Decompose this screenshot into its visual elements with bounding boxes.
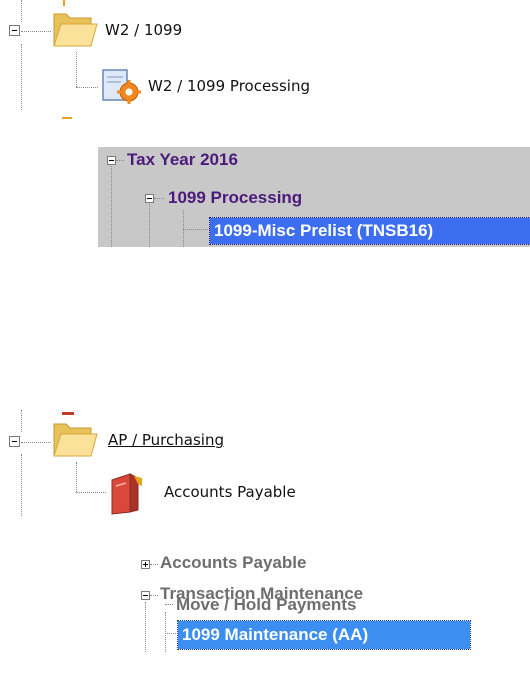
tree-line [21, 0, 22, 22]
item-label-w2-1099-processing[interactable]: W2 / 1099 Processing [148, 77, 310, 95]
tree-line [76, 87, 98, 88]
tree-line [183, 229, 210, 230]
tree-line [154, 198, 164, 199]
tree-line [149, 204, 150, 247]
tree-line [21, 410, 22, 432]
accounts-payable-book-icon [111, 473, 142, 515]
collapse-toggle-tax-year[interactable] [107, 156, 116, 165]
processing-gear-icon [102, 69, 141, 104]
collapse-toggle-ap-purchasing[interactable] [9, 436, 20, 447]
tree-line [116, 160, 124, 161]
tree-label-1099-processing[interactable]: 1099 Processing [168, 188, 302, 208]
tree-line [150, 595, 158, 596]
selected-tree-item[interactable]: 1099-Misc Prelist (TNSB16) [209, 217, 530, 245]
expand-toggle-accounts-payable[interactable] [141, 560, 150, 569]
tree-line [76, 492, 106, 493]
tree-line [165, 633, 178, 634]
tree-line [165, 604, 173, 605]
tree-line [111, 166, 112, 247]
folder-tab-mark [62, 117, 72, 119]
item-label-accounts-payable[interactable]: Accounts Payable [164, 483, 296, 501]
tree-line [21, 442, 51, 443]
tree-label-1099-misc-prelist: 1099-Misc Prelist (TNSB16) [214, 221, 434, 240]
tree-label-1099-maintenance: 1099 Maintenance (AA) [182, 625, 369, 644]
collapse-toggle-transaction-maintenance[interactable] [141, 591, 150, 600]
tree-line [76, 462, 77, 492]
tree-line [145, 602, 146, 652]
collapse-toggle-w2-1099[interactable] [9, 25, 20, 36]
folder-tab-mark [62, 412, 74, 415]
tree-line [76, 52, 77, 87]
collapse-toggle-1099-processing[interactable] [145, 194, 154, 203]
folder-open-icon [53, 13, 98, 47]
tree-label-move-hold-payments[interactable]: Move / Hold Payments [176, 595, 356, 615]
tree-line [21, 454, 22, 516]
folder-label-ap-purchasing[interactable]: AP / Purchasing [108, 431, 224, 449]
folder-label-w2-1099[interactable]: W2 / 1099 [105, 21, 182, 39]
tree-line [21, 31, 51, 32]
tree-label-tax-year[interactable]: Tax Year 2016 [127, 150, 238, 170]
tree-line [21, 44, 22, 110]
selected-tree-item[interactable]: 1099 Maintenance (AA) [177, 620, 471, 650]
folder-open-icon [53, 423, 98, 457]
tree-label-accounts-payable[interactable]: Accounts Payable [160, 553, 306, 573]
tree-line [165, 612, 166, 652]
folder-tab-mark [63, 0, 65, 6]
tree-line [150, 564, 158, 565]
